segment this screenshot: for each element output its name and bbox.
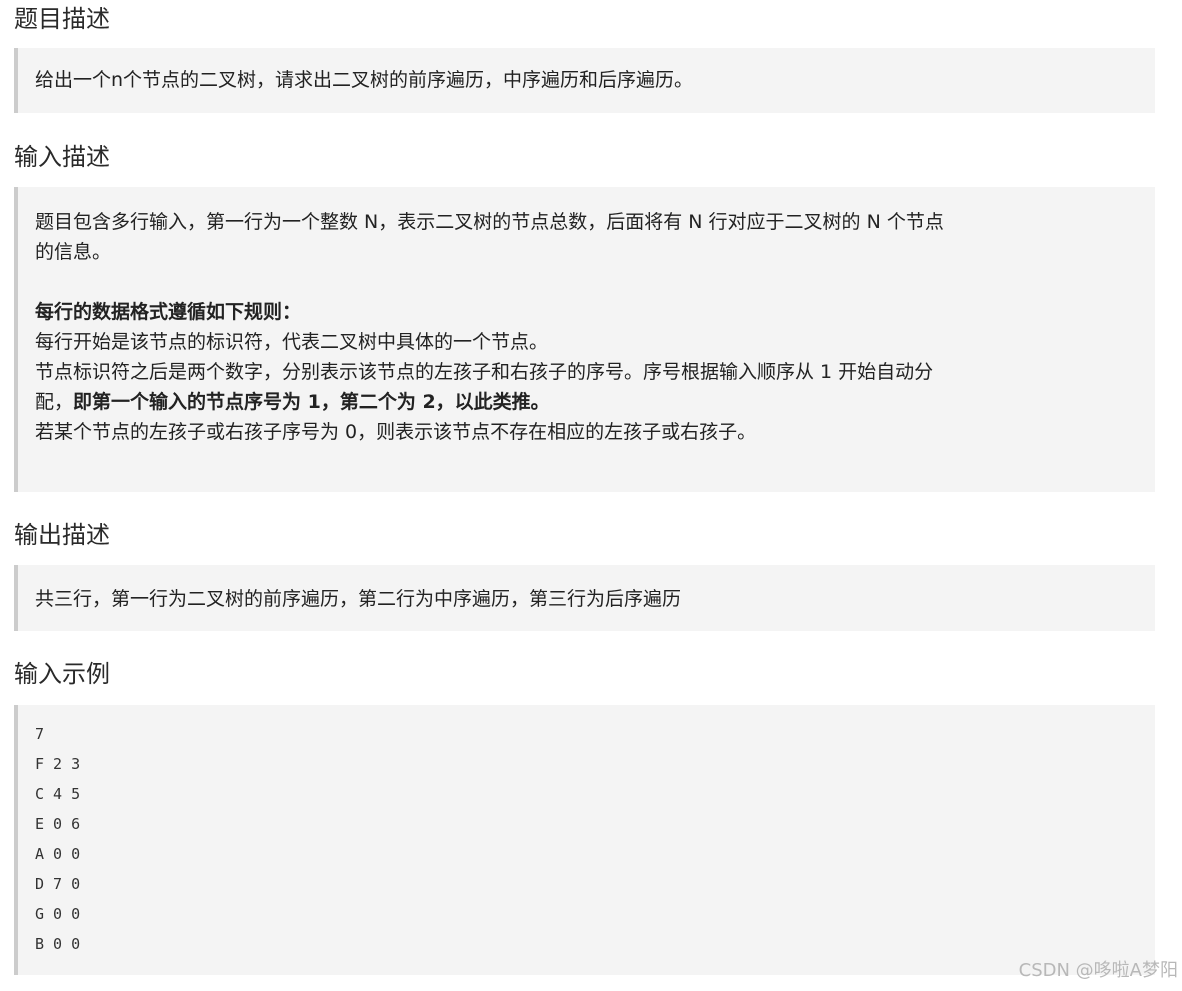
input-description-box: 题目包含多行输入，第一行为一个整数 N，表示二叉树的节点总数，后面将有 N 行对… <box>14 187 1155 492</box>
code-line: B 0 0 <box>35 935 81 953</box>
sample-input-code-block: 7 F 2 3 C 4 5 E 0 6 A 0 0 D 7 0 G 0 0 B … <box>14 705 1155 975</box>
input-para-line-2: 的信息。 <box>35 241 112 263</box>
rules-title-text: 每行的数据格式遵循如下规则： <box>35 301 302 323</box>
rule-2-line-1: 节点标识符之后是两个数字，分别表示该节点的左孩子和右孩子的序号。序号根据输入顺序… <box>35 361 934 383</box>
rule-3: 若某个节点的左孩子或右孩子序号为 0，则表示该节点不存在相应的左孩子或右孩子。 <box>35 421 757 443</box>
problem-text: 给出一个n个节点的二叉树，请求出二叉树的前序遍历，中序遍历和后序遍历。 <box>35 69 694 91</box>
rule-2-emphasis: 即第一个输入的节点序号为 1，第二个为 2，以此类推。 <box>73 391 550 413</box>
watermark: CSDN @哆啦A梦阳 <box>1018 960 1178 981</box>
sample-input-heading: 输入示例 <box>14 660 110 688</box>
input-para-line-1: 题目包含多行输入，第一行为一个整数 N，表示二叉树的节点总数，后面将有 N 行对… <box>35 211 944 233</box>
problem-heading: 题目描述 <box>14 5 110 33</box>
output-text: 共三行，第一行为二叉树的前序遍历，第二行为中序遍历，第三行为后序遍历 <box>35 588 682 610</box>
rule-2-prefix: 配， <box>35 391 74 413</box>
code-line: A 0 0 <box>35 845 81 863</box>
input-description-heading: 输入描述 <box>14 143 110 171</box>
code-line: 7 <box>35 725 45 743</box>
output-description-heading: 输出描述 <box>14 521 110 549</box>
code-line: F 2 3 <box>35 755 81 773</box>
problem-description-box: 给出一个n个节点的二叉树，请求出二叉树的前序遍历，中序遍历和后序遍历。 <box>14 48 1155 113</box>
code-line: E 0 6 <box>35 815 81 833</box>
code-line: G 0 0 <box>35 905 81 923</box>
rule-2-line-2: 配，即第一个输入的节点序号为 1，第二个为 2，以此类推。 <box>35 387 1135 417</box>
code-line: C 4 5 <box>35 785 81 803</box>
rules-title: 每行的数据格式遵循如下规则： <box>35 297 1135 327</box>
problem-page: 题目描述 给出一个n个节点的二叉树，请求出二叉树的前序遍历，中序遍历和后序遍历。… <box>0 0 1182 991</box>
rule-1: 每行开始是该节点的标识符，代表二叉树中具体的一个节点。 <box>35 331 549 353</box>
code-line: D 7 0 <box>35 875 81 893</box>
output-description-box: 共三行，第一行为二叉树的前序遍历，第二行为中序遍历，第三行为后序遍历 <box>14 565 1155 631</box>
